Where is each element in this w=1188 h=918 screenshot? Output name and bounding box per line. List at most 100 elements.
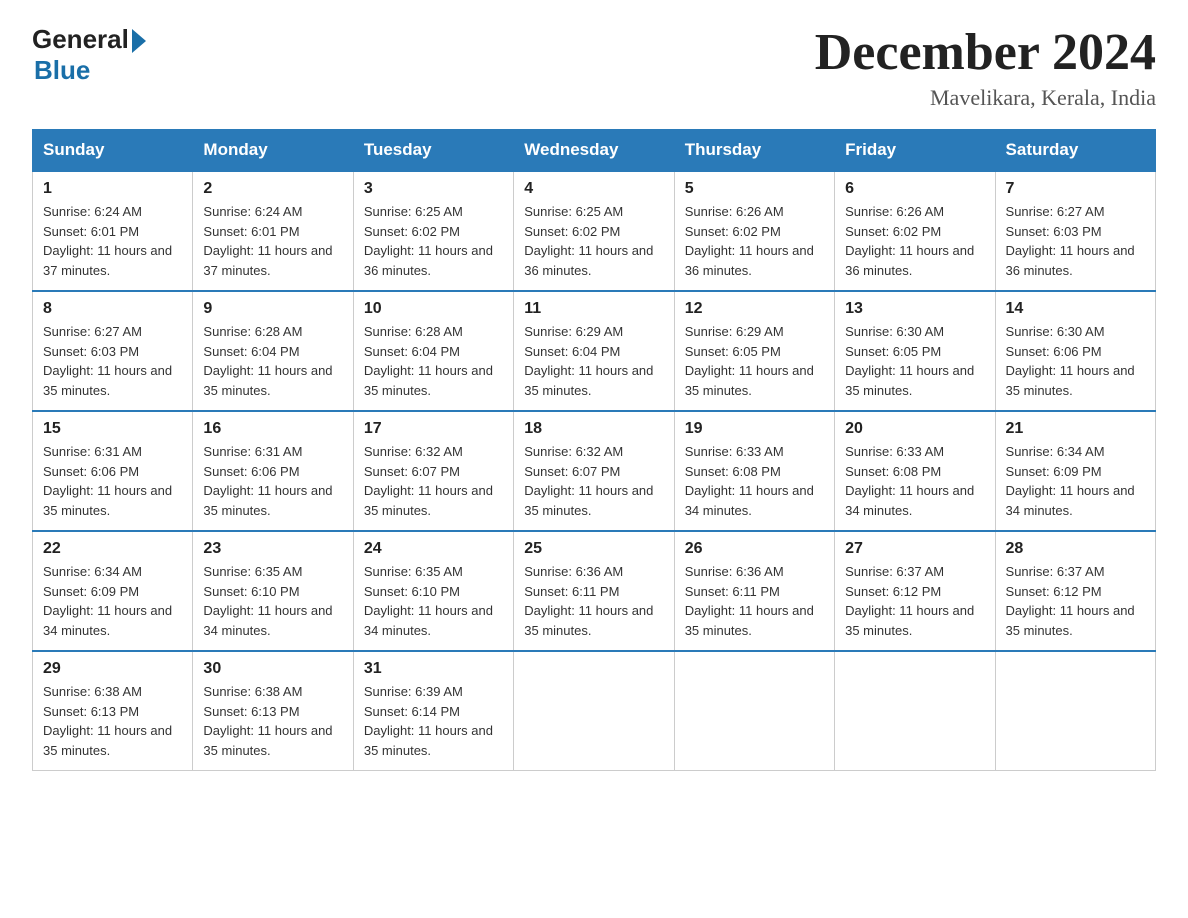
day-info: Sunrise: 6:29 AMSunset: 6:04 PMDaylight:… <box>524 322 663 400</box>
page-subtitle: Mavelikara, Kerala, India <box>815 85 1156 111</box>
title-block: December 2024 Mavelikara, Kerala, India <box>815 24 1156 111</box>
calendar-table: SundayMondayTuesdayWednesdayThursdayFrid… <box>32 129 1156 771</box>
day-info: Sunrise: 6:25 AMSunset: 6:02 PMDaylight:… <box>524 202 663 280</box>
day-number: 13 <box>845 300 984 318</box>
day-info: Sunrise: 6:27 AMSunset: 6:03 PMDaylight:… <box>1006 202 1145 280</box>
day-number: 24 <box>364 540 503 558</box>
day-number: 31 <box>364 660 503 678</box>
calendar-cell: 13 Sunrise: 6:30 AMSunset: 6:05 PMDayligh… <box>835 291 995 411</box>
calendar-cell: 19 Sunrise: 6:33 AMSunset: 6:08 PMDayligh… <box>674 411 834 531</box>
calendar-week-row: 15 Sunrise: 6:31 AMSunset: 6:06 PMDayligh… <box>33 411 1156 531</box>
calendar-cell: 20 Sunrise: 6:33 AMSunset: 6:08 PMDayligh… <box>835 411 995 531</box>
day-number: 28 <box>1006 540 1145 558</box>
day-info: Sunrise: 6:32 AMSunset: 6:07 PMDaylight:… <box>364 442 503 520</box>
calendar-cell: 6 Sunrise: 6:26 AMSunset: 6:02 PMDaylight… <box>835 171 995 291</box>
calendar-cell: 17 Sunrise: 6:32 AMSunset: 6:07 PMDayligh… <box>353 411 513 531</box>
day-number: 2 <box>203 180 342 198</box>
calendar-header-thursday: Thursday <box>674 130 834 172</box>
day-number: 19 <box>685 420 824 438</box>
day-info: Sunrise: 6:33 AMSunset: 6:08 PMDaylight:… <box>845 442 984 520</box>
day-number: 1 <box>43 180 182 198</box>
calendar-week-row: 29 Sunrise: 6:38 AMSunset: 6:13 PMDayligh… <box>33 651 1156 771</box>
calendar-cell: 22 Sunrise: 6:34 AMSunset: 6:09 PMDayligh… <box>33 531 193 651</box>
calendar-header-saturday: Saturday <box>995 130 1155 172</box>
day-number: 26 <box>685 540 824 558</box>
logo-general-text: General <box>32 24 129 55</box>
day-number: 14 <box>1006 300 1145 318</box>
day-number: 3 <box>364 180 503 198</box>
day-number: 11 <box>524 300 663 318</box>
day-info: Sunrise: 6:39 AMSunset: 6:14 PMDaylight:… <box>364 682 503 760</box>
day-info: Sunrise: 6:37 AMSunset: 6:12 PMDaylight:… <box>1006 562 1145 640</box>
logo: General Blue <box>32 24 146 86</box>
day-info: Sunrise: 6:30 AMSunset: 6:06 PMDaylight:… <box>1006 322 1145 400</box>
day-info: Sunrise: 6:38 AMSunset: 6:13 PMDaylight:… <box>203 682 342 760</box>
calendar-header-friday: Friday <box>835 130 995 172</box>
calendar-header-tuesday: Tuesday <box>353 130 513 172</box>
calendar-cell: 29 Sunrise: 6:38 AMSunset: 6:13 PMDayligh… <box>33 651 193 771</box>
calendar-header-wednesday: Wednesday <box>514 130 674 172</box>
calendar-cell: 7 Sunrise: 6:27 AMSunset: 6:03 PMDaylight… <box>995 171 1155 291</box>
day-info: Sunrise: 6:33 AMSunset: 6:08 PMDaylight:… <box>685 442 824 520</box>
day-info: Sunrise: 6:30 AMSunset: 6:05 PMDaylight:… <box>845 322 984 400</box>
calendar-cell: 25 Sunrise: 6:36 AMSunset: 6:11 PMDayligh… <box>514 531 674 651</box>
day-number: 18 <box>524 420 663 438</box>
day-number: 17 <box>364 420 503 438</box>
day-info: Sunrise: 6:32 AMSunset: 6:07 PMDaylight:… <box>524 442 663 520</box>
calendar-header-sunday: Sunday <box>33 130 193 172</box>
day-number: 4 <box>524 180 663 198</box>
calendar-cell: 28 Sunrise: 6:37 AMSunset: 6:12 PMDayligh… <box>995 531 1155 651</box>
calendar-week-row: 8Sunrise: 6:27 AMSunset: 6:03 PMDaylight… <box>33 291 1156 411</box>
calendar-header-row: SundayMondayTuesdayWednesdayThursdayFrid… <box>33 130 1156 172</box>
logo-arrow-icon <box>132 29 146 53</box>
calendar-cell <box>514 651 674 771</box>
calendar-cell: 15 Sunrise: 6:31 AMSunset: 6:06 PMDayligh… <box>33 411 193 531</box>
day-number: 27 <box>845 540 984 558</box>
calendar-cell: 10 Sunrise: 6:28 AMSunset: 6:04 PMDayligh… <box>353 291 513 411</box>
calendar-cell: 3 Sunrise: 6:25 AMSunset: 6:02 PMDaylight… <box>353 171 513 291</box>
day-info: Sunrise: 6:24 AMSunset: 6:01 PMDaylight:… <box>43 202 182 280</box>
calendar-header-monday: Monday <box>193 130 353 172</box>
day-info: Sunrise: 6:35 AMSunset: 6:10 PMDaylight:… <box>203 562 342 640</box>
day-info: Sunrise: 6:29 AMSunset: 6:05 PMDaylight:… <box>685 322 824 400</box>
calendar-cell <box>995 651 1155 771</box>
calendar-cell: 30Sunrise: 6:38 AMSunset: 6:13 PMDayligh… <box>193 651 353 771</box>
calendar-cell <box>835 651 995 771</box>
day-info: Sunrise: 6:26 AMSunset: 6:02 PMDaylight:… <box>845 202 984 280</box>
calendar-cell: 24Sunrise: 6:35 AMSunset: 6:10 PMDayligh… <box>353 531 513 651</box>
day-info: Sunrise: 6:34 AMSunset: 6:09 PMDaylight:… <box>43 562 182 640</box>
day-info: Sunrise: 6:31 AMSunset: 6:06 PMDaylight:… <box>43 442 182 520</box>
day-number: 10 <box>364 300 503 318</box>
calendar-cell: 4 Sunrise: 6:25 AMSunset: 6:02 PMDaylight… <box>514 171 674 291</box>
day-number: 22 <box>43 540 182 558</box>
calendar-cell: 11 Sunrise: 6:29 AMSunset: 6:04 PMDayligh… <box>514 291 674 411</box>
day-number: 20 <box>845 420 984 438</box>
day-number: 25 <box>524 540 663 558</box>
calendar-cell: 18 Sunrise: 6:32 AMSunset: 6:07 PMDayligh… <box>514 411 674 531</box>
calendar-cell: 12 Sunrise: 6:29 AMSunset: 6:05 PMDayligh… <box>674 291 834 411</box>
calendar-cell: 27Sunrise: 6:37 AMSunset: 6:12 PMDayligh… <box>835 531 995 651</box>
day-number: 12 <box>685 300 824 318</box>
calendar-cell: 1 Sunrise: 6:24 AMSunset: 6:01 PMDaylight… <box>33 171 193 291</box>
calendar-cell: 21Sunrise: 6:34 AMSunset: 6:09 PMDayligh… <box>995 411 1155 531</box>
calendar-week-row: 22 Sunrise: 6:34 AMSunset: 6:09 PMDayligh… <box>33 531 1156 651</box>
day-info: Sunrise: 6:31 AMSunset: 6:06 PMDaylight:… <box>203 442 342 520</box>
day-info: Sunrise: 6:28 AMSunset: 6:04 PMDaylight:… <box>364 322 503 400</box>
calendar-cell: 9Sunrise: 6:28 AMSunset: 6:04 PMDaylight… <box>193 291 353 411</box>
day-info: Sunrise: 6:36 AMSunset: 6:11 PMDaylight:… <box>524 562 663 640</box>
page-title: December 2024 <box>815 24 1156 81</box>
calendar-cell: 2 Sunrise: 6:24 AMSunset: 6:01 PMDaylight… <box>193 171 353 291</box>
day-number: 6 <box>845 180 984 198</box>
calendar-cell: 5 Sunrise: 6:26 AMSunset: 6:02 PMDaylight… <box>674 171 834 291</box>
day-info: Sunrise: 6:26 AMSunset: 6:02 PMDaylight:… <box>685 202 824 280</box>
day-number: 7 <box>1006 180 1145 198</box>
day-number: 9 <box>203 300 342 318</box>
day-number: 5 <box>685 180 824 198</box>
logo-blue-text: Blue <box>34 55 90 86</box>
day-info: Sunrise: 6:38 AMSunset: 6:13 PMDaylight:… <box>43 682 182 760</box>
day-info: Sunrise: 6:25 AMSunset: 6:02 PMDaylight:… <box>364 202 503 280</box>
day-number: 29 <box>43 660 182 678</box>
day-info: Sunrise: 6:24 AMSunset: 6:01 PMDaylight:… <box>203 202 342 280</box>
day-number: 15 <box>43 420 182 438</box>
calendar-cell: 23Sunrise: 6:35 AMSunset: 6:10 PMDayligh… <box>193 531 353 651</box>
